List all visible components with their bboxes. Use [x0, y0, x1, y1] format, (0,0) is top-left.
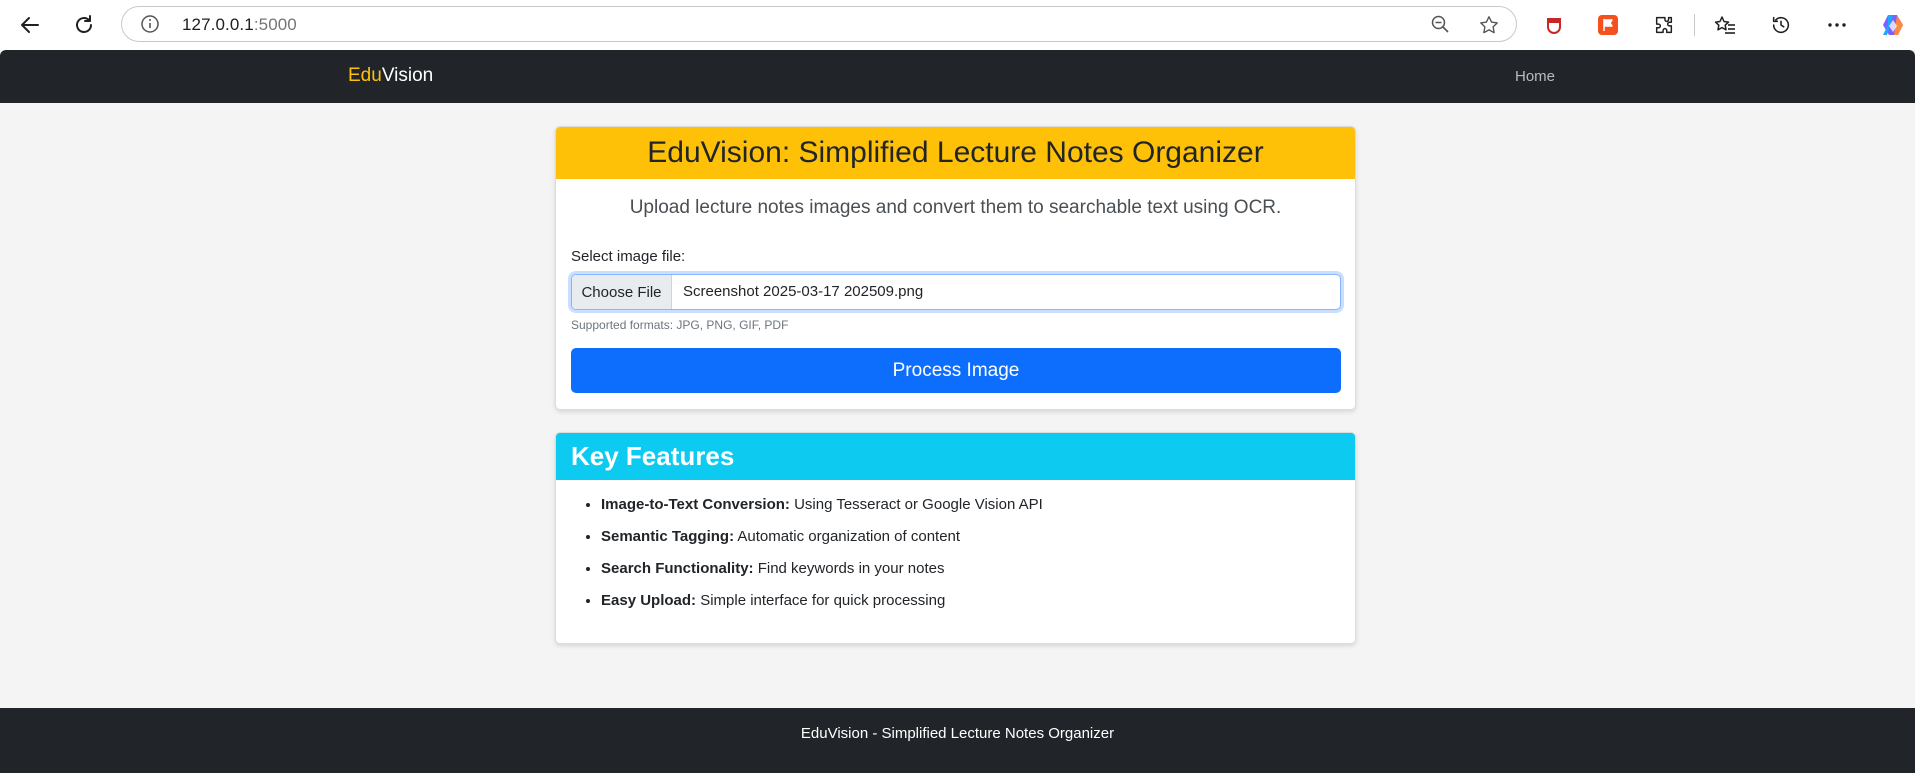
brand-logo[interactable]: EduVision [348, 65, 433, 87]
upload-card-title: EduVision: Simplified Lecture Notes Orga… [556, 127, 1355, 179]
file-input[interactable]: Choose File Screenshot 2025-03-17 202509… [571, 274, 1341, 310]
upload-description: Upload lecture notes images and convert … [629, 197, 1282, 218]
back-icon[interactable] [14, 9, 46, 41]
upload-card: EduVision: Simplified Lecture Notes Orga… [555, 126, 1356, 410]
nav-home-link[interactable]: Home [1515, 68, 1555, 85]
feature-text: Automatic organization of content [734, 528, 961, 545]
toolbar-divider [1694, 14, 1695, 36]
feature-text: Simple interface for quick processing [696, 592, 946, 609]
favorites-icon[interactable] [1709, 9, 1741, 41]
url-text: 127.0.0.1:5000 [182, 15, 297, 35]
process-image-button[interactable]: Process Image [571, 348, 1341, 393]
feature-text: Find keywords in your notes [753, 560, 945, 577]
brand-edu: Edu [348, 65, 382, 86]
address-bar[interactable]: 127.0.0.1:5000 [121, 6, 1517, 42]
feature-label: Semantic Tagging: [601, 528, 735, 545]
feature-item: Image-to-Text Conversion: Using Tesserac… [601, 496, 1043, 528]
feature-label: Image-to-Text Conversion: [601, 496, 790, 513]
feature-item: Semantic Tagging: Automatic organization… [601, 528, 1043, 560]
shield-extension-icon[interactable] [1538, 9, 1570, 41]
star-icon[interactable] [1478, 14, 1500, 41]
copilot-icon[interactable] [1877, 9, 1909, 41]
brand-vision: Vision [381, 65, 434, 86]
feature-text: Using Tesseract or Google Vision API [789, 496, 1043, 513]
browser-toolbar: 127.0.0.1:5000 [0, 0, 1915, 50]
features-card: Key Features Image-to-Text Conversion: U… [555, 432, 1356, 644]
supported-formats-help: Supported formats: JPG, PNG, GIF, PDF [571, 318, 789, 332]
feature-item: Easy Upload: Simple interface for quick … [601, 592, 1043, 624]
choose-file-button[interactable]: Choose File [572, 275, 672, 309]
features-list: Image-to-Text Conversion: Using Tesserac… [556, 496, 1043, 624]
more-icon[interactable] [1821, 9, 1853, 41]
site-footer: EduVision - Simplified Lecture Notes Org… [0, 708, 1915, 773]
feature-item: Search Functionality: Find keywords in y… [601, 560, 1043, 592]
site-navbar: EduVision Home [0, 50, 1915, 103]
url-host: 127.0.0.1 [182, 15, 254, 34]
feature-label: Search Functionality: [601, 560, 754, 577]
url-port: :5000 [253, 15, 297, 34]
features-card-title: Key Features [556, 433, 1355, 480]
puzzle-extensions-icon[interactable] [1648, 9, 1680, 41]
selected-file-name: Screenshot 2025-03-17 202509.png [683, 283, 924, 300]
feature-label: Easy Upload: [601, 592, 697, 609]
footer-text: EduVision - Simplified Lecture Notes Org… [800, 725, 1115, 742]
file-label: Select image file: [571, 248, 686, 265]
info-icon[interactable] [140, 14, 160, 39]
reload-icon[interactable] [68, 9, 100, 41]
history-icon[interactable] [1765, 9, 1797, 41]
flag-extension-icon[interactable] [1592, 9, 1624, 41]
zoom-out-icon[interactable] [1430, 14, 1450, 39]
